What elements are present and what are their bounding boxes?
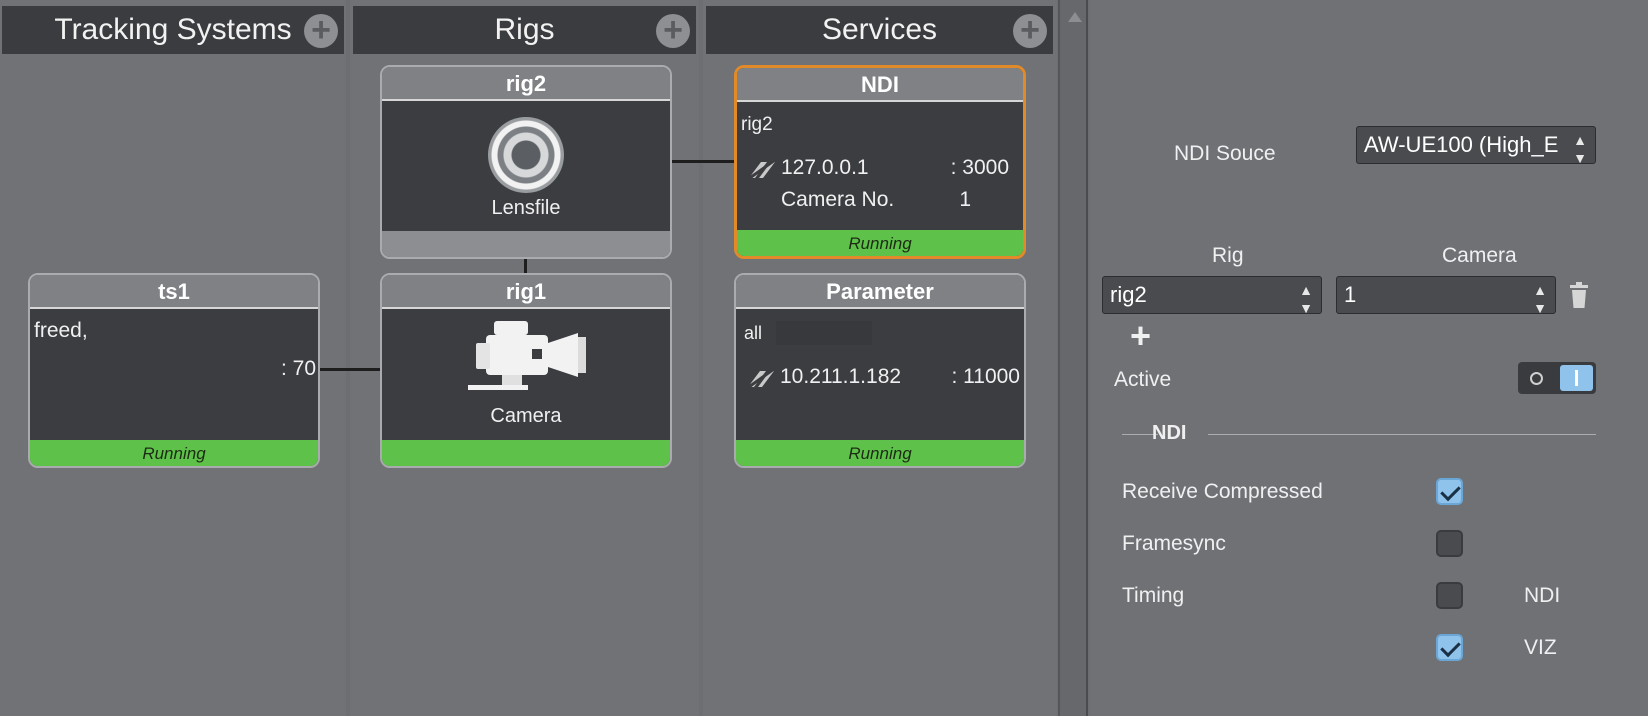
timing-ndi-label: NDI [1524,584,1561,607]
service-ip: 10.211.1.182 [780,365,902,388]
link-broken-icon [746,158,776,182]
connector-ts1-rig1 [318,368,382,371]
tracking-protocol: freed, [34,319,88,342]
timing-ndi-checkbox[interactable] [1436,582,1463,609]
ndi-source-select[interactable]: AW-UE100 (High_E ▲ ▼ [1356,126,1596,164]
active-toggle[interactable] [1518,362,1596,394]
lensfile-label: Lensfile [491,197,561,219]
active-label: Active [1114,368,1172,391]
camera-column-label: Camera [1442,244,1517,267]
vertical-scrollbar[interactable] [1058,0,1088,716]
card-title: ts1 [30,275,318,309]
status-badge [382,440,670,466]
trash-icon[interactable] [1568,282,1590,308]
rig-select[interactable]: rig2 ▲ ▼ [1102,276,1322,314]
toggle-on-knob [1560,365,1593,391]
chevron-updown-icon: ▲ ▼ [1533,282,1547,314]
redacted-field [776,321,872,345]
scroll-up-arrow-icon[interactable] [1068,12,1082,22]
section-divider-right [1208,434,1596,435]
camera-number-label: Camera No. [781,188,895,211]
card-title: rig2 [382,67,670,101]
rig-card-rig2[interactable]: rig2 Lensfile [380,65,672,259]
rigs-title: Rigs [494,13,555,46]
timing-label: Timing [1122,584,1185,607]
service-ip: 127.0.0.1 [781,156,869,179]
service-card-ndi[interactable]: NDI rig2 127.0.0.1 : 3000 Camera No. 1 R… [734,65,1026,259]
card-title: NDI [737,68,1023,102]
add-rig-button[interactable]: + [656,13,690,48]
framesync-label: Framesync [1122,532,1226,555]
ndi-source-value: AW-UE100 (High_E [1364,132,1559,157]
service-port: : 11000 [951,365,1020,388]
services-title: Services [821,13,938,46]
timing-viz-checkbox[interactable] [1436,634,1463,661]
lens-icon [488,117,564,193]
card-title: rig1 [382,275,670,309]
camera-number-value: 1 [959,188,971,211]
timing-viz-label: VIZ [1524,636,1557,659]
ndi-section-title: NDI [1152,422,1187,444]
tracking-card-ts1[interactable]: ts1 freed, : 70 Running [28,273,320,468]
add-service-button[interactable]: + [1013,13,1047,48]
rig-select-value: rig2 [1110,282,1147,307]
camera-select[interactable]: 1 ▲ ▼ [1336,276,1556,314]
tracking-systems-title: Tracking Systems [54,13,292,46]
receive-compressed-label: Receive Compressed [1122,480,1323,503]
connector-rig2-ndi [671,160,735,163]
status-badge: Running [736,440,1024,466]
link-broken-icon [745,367,775,391]
rig-column-label: Rig [1212,244,1244,267]
framesync-checkbox[interactable] [1436,530,1463,557]
service-rig: all [744,323,763,343]
rigs-header: Rigs + [353,6,696,54]
status-badge [382,231,670,257]
chevron-updown-icon: ▲ ▼ [1299,282,1313,314]
services-header: Services + [706,6,1053,54]
status-badge: Running [30,440,318,466]
properties-panel: NDI Souce AW-UE100 (High_E ▲ ▼ Rig Camera… [1090,0,1648,716]
camera-label: Camera [490,405,562,427]
receive-compressed-checkbox[interactable] [1436,478,1463,505]
camera-icon [468,321,586,390]
status-badge: Running [737,230,1023,256]
service-rig: rig2 [741,114,773,135]
tracking-systems-header: Tracking Systems + [2,6,344,54]
toggle-off-icon [1530,372,1543,385]
add-tracking-system-button[interactable]: + [304,13,338,48]
rig-card-rig1[interactable]: rig1 Camera [380,273,672,468]
add-mapping-button[interactable]: + [1130,318,1151,354]
service-card-parameter[interactable]: Parameter all 10.211.1.182 : 11000 Runni… [734,273,1026,468]
ndi-source-label: NDI Souce [1174,142,1276,165]
service-port: : 3000 [950,156,1009,179]
tracking-port: : 70 [280,357,316,380]
camera-select-value: 1 [1344,282,1357,307]
card-title: Parameter [736,275,1024,309]
chevron-updown-icon: ▲ ▼ [1573,132,1587,164]
